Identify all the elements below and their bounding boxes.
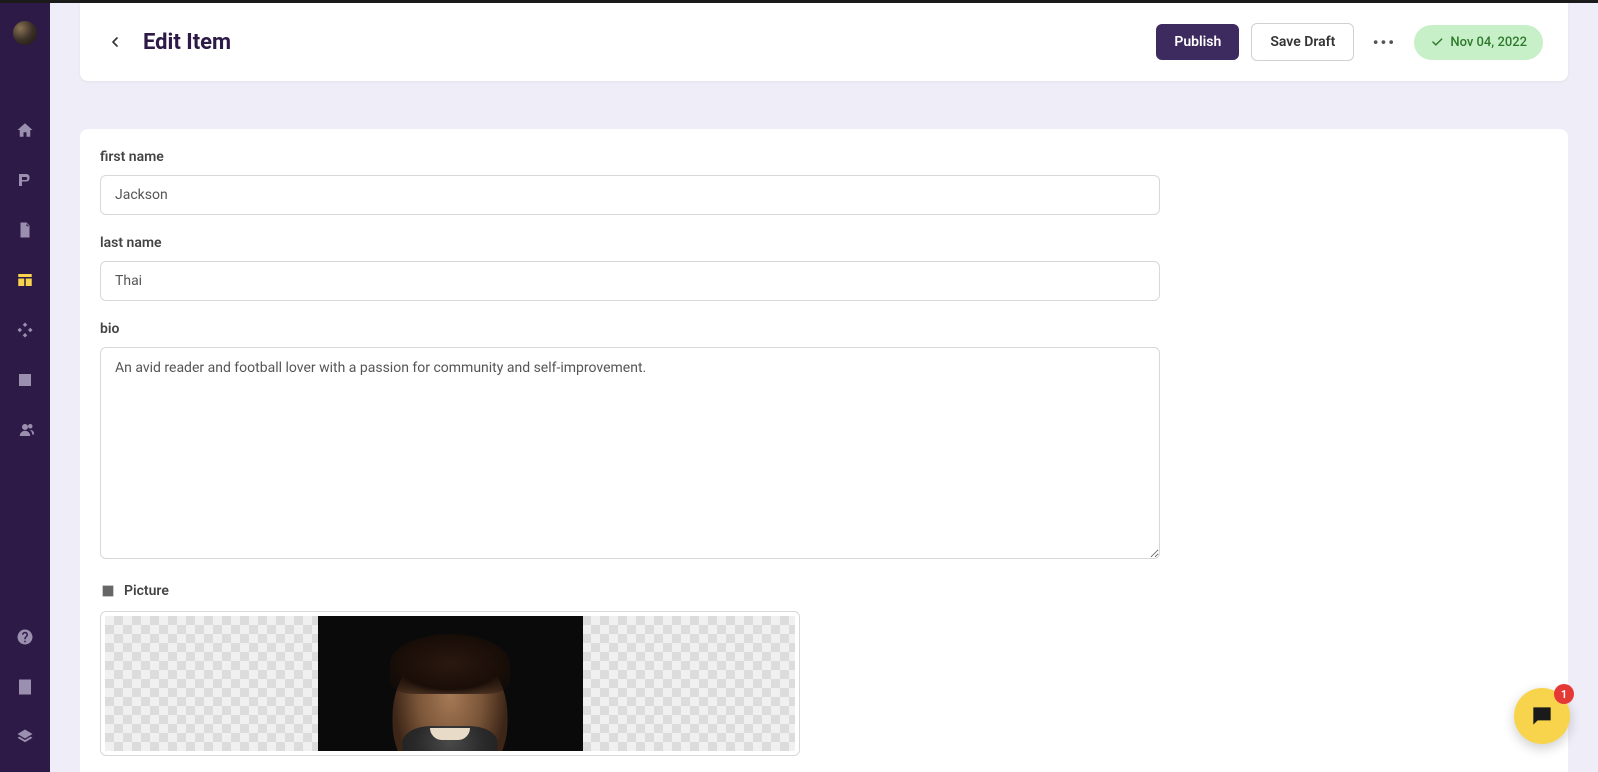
chat-icon — [1529, 703, 1555, 729]
user-avatar[interactable] — [13, 21, 37, 45]
blog-icon[interactable] — [0, 155, 50, 205]
picture-group: Picture — [80, 583, 1568, 756]
bio-textarea[interactable]: An avid reader and football lover with a… — [100, 347, 1160, 559]
bio-group: bio An avid reader and football lover wi… — [80, 321, 1568, 563]
picture-uploader[interactable] — [100, 611, 800, 756]
chat-notification-badge: 1 — [1554, 684, 1574, 704]
help-icon[interactable] — [0, 612, 50, 662]
layers-icon[interactable] — [0, 712, 50, 762]
media-icon[interactable] — [0, 355, 50, 405]
picture-transparency-bg — [105, 616, 795, 751]
last-name-input[interactable] — [100, 261, 1160, 301]
home-icon[interactable] — [0, 105, 50, 155]
checkmark-icon — [1430, 35, 1444, 49]
form-panel: first name last name bio An avid reader … — [80, 129, 1568, 772]
collections-icon[interactable] — [0, 255, 50, 305]
bio-label: bio — [100, 321, 1548, 337]
save-draft-button[interactable]: Save Draft — [1251, 23, 1354, 61]
back-button[interactable] — [105, 32, 125, 52]
picture-label: Picture — [124, 583, 169, 599]
docs-icon[interactable] — [0, 662, 50, 712]
page-title: Edit Item — [143, 30, 231, 55]
chat-widget-button[interactable]: 1 — [1514, 688, 1570, 744]
integrations-icon[interactable] — [0, 305, 50, 355]
first-name-label: first name — [100, 149, 1548, 165]
first-name-group: first name — [80, 149, 1568, 215]
publish-button[interactable]: Publish — [1156, 24, 1239, 60]
main-content: Edit Item Publish Save Draft ••• Nov 04,… — [50, 3, 1598, 772]
users-icon[interactable] — [0, 405, 50, 455]
more-options-button[interactable]: ••• — [1366, 24, 1402, 60]
uploaded-image — [318, 616, 583, 751]
first-name-input[interactable] — [100, 175, 1160, 215]
last-name-group: last name — [80, 235, 1568, 301]
status-date: Nov 04, 2022 — [1450, 35, 1527, 50]
document-icon[interactable] — [0, 205, 50, 255]
status-badge: Nov 04, 2022 — [1414, 25, 1543, 60]
sidebar-nav — [0, 3, 50, 772]
image-icon — [100, 583, 116, 599]
last-name-label: last name — [100, 235, 1548, 251]
page-header: Edit Item Publish Save Draft ••• Nov 04,… — [80, 3, 1568, 81]
